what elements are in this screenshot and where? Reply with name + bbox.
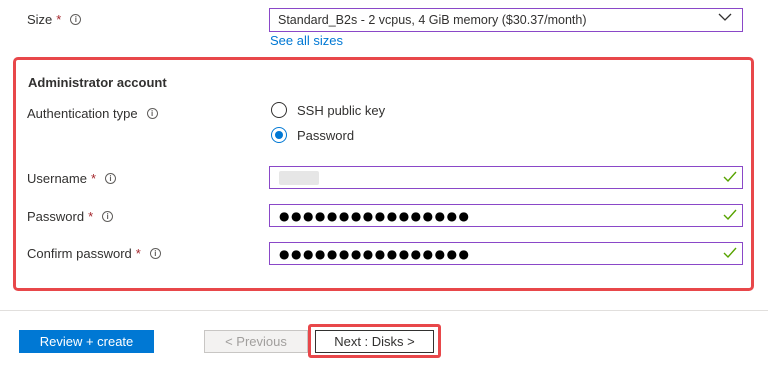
username-label: Username * i [27,171,117,186]
info-icon[interactable]: i [149,248,161,259]
size-label-text: Size [27,12,53,27]
password-value: ●●●●●●●●●●●●●●●● [279,208,471,223]
info-icon[interactable]: i [105,173,117,184]
confirm-password-label-text: Confirm password [27,246,132,261]
checkmark-icon [723,247,737,259]
size-select[interactable]: Standard_B2s - 2 vcpus, 4 GiB memory ($3… [269,8,743,32]
radio-checked-icon[interactable] [271,127,287,143]
checkmark-icon [723,209,737,221]
confirm-password-value: ●●●●●●●●●●●●●●●● [279,246,471,261]
next-disks-button[interactable]: Next : Disks > [315,330,434,353]
radio-unchecked-icon[interactable] [271,102,287,118]
radio-password[interactable]: Password [271,127,354,143]
required-mark: * [90,171,97,186]
authentication-type-label-text: Authentication type [27,106,138,121]
username-label-text: Username [27,171,87,186]
radio-label: Password [297,127,355,143]
password-label-text: Password [27,209,85,224]
info-icon[interactable]: i [146,108,158,119]
password-input[interactable]: ●●●●●●●●●●●●●●●● [269,204,743,227]
size-select-value: Standard_B2s - 2 vcpus, 4 GiB memory ($3… [278,13,587,27]
info-icon[interactable]: i [102,211,114,222]
confirm-password-input[interactable]: ●●●●●●●●●●●●●●●● [269,242,743,265]
footer-divider [0,310,768,311]
username-input[interactable] [269,166,743,189]
info-icon[interactable]: i [70,14,82,25]
radio-ssh-public-key[interactable]: SSH public key [271,102,385,118]
required-mark: * [56,12,62,27]
previous-button[interactable]: < Previous [204,330,308,353]
section-heading: Administrator account [28,75,167,90]
redacted-username [279,170,319,185]
chevron-down-icon [718,13,732,21]
required-mark: * [135,246,141,261]
required-mark: * [88,209,94,224]
size-label: Size * i [27,12,82,27]
see-all-sizes-link[interactable]: See all sizes [270,33,343,48]
authentication-type-label: Authentication type i [27,106,158,121]
review-create-button[interactable]: Review + create [19,330,154,353]
password-label: Password * i [27,209,114,224]
confirm-password-label: Confirm password * i [27,246,161,261]
radio-label: SSH public key [297,102,386,118]
checkmark-icon [723,171,737,183]
